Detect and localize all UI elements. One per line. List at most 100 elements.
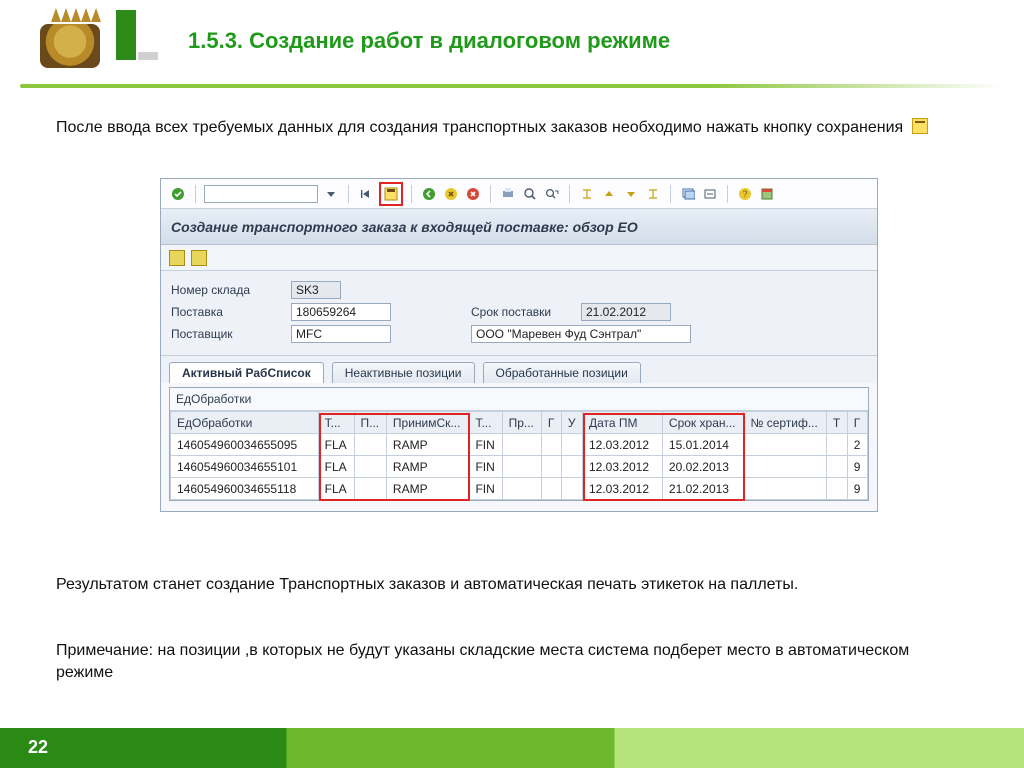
- sap-main-toolbar: ?: [161, 179, 877, 209]
- back-icon[interactable]: [420, 185, 438, 203]
- cell-p[interactable]: [354, 456, 386, 478]
- col-u[interactable]: У: [561, 412, 582, 434]
- new-session-icon[interactable]: [679, 185, 697, 203]
- table-row[interactable]: 146054960034655118FLA RAMPFIN 12.03.201221…: [171, 478, 868, 500]
- intro-text: После ввода всех требуемых данных для со…: [56, 119, 903, 136]
- cell-t2[interactable]: FIN: [469, 456, 502, 478]
- cell-id[interactable]: 146054960034655118: [171, 478, 319, 500]
- cell-sk[interactable]: RAMP: [386, 456, 469, 478]
- result-paragraph: Результатом станет создание Транспортных…: [56, 576, 968, 594]
- col-pr[interactable]: Пр...: [502, 412, 541, 434]
- cell-tt[interactable]: [826, 434, 847, 456]
- cell-g2[interactable]: 9: [847, 478, 867, 500]
- cell-t[interactable]: FLA: [318, 434, 354, 456]
- cell-t2[interactable]: FIN: [469, 478, 502, 500]
- cell-exp[interactable]: 21.02.2013: [662, 478, 744, 500]
- cell-pr[interactable]: [502, 478, 541, 500]
- cell-exp[interactable]: 20.02.2013: [662, 456, 744, 478]
- command-field[interactable]: [204, 185, 318, 203]
- note-paragraph: Примечание: на позиции ,в которых не буд…: [56, 640, 968, 683]
- cell-g2[interactable]: 9: [847, 456, 867, 478]
- col-cert[interactable]: № сертиф...: [744, 412, 826, 434]
- save-button[interactable]: [382, 185, 400, 203]
- delivery-value[interactable]: 180659264: [291, 303, 391, 321]
- col-id[interactable]: ЕдОбработки: [171, 412, 319, 434]
- shortcut-icon[interactable]: [701, 185, 719, 203]
- col-exp[interactable]: Срок хран...: [662, 412, 744, 434]
- delivery-date-label: Срок поставки: [471, 305, 571, 319]
- cell-sk[interactable]: RAMP: [386, 434, 469, 456]
- cell-id[interactable]: 146054960034655101: [171, 456, 319, 478]
- cell-cert[interactable]: [744, 456, 826, 478]
- cell-cert[interactable]: [744, 478, 826, 500]
- vendor-value[interactable]: MFC: [291, 325, 391, 343]
- col-t1[interactable]: Т...: [318, 412, 354, 434]
- cell-p[interactable]: [354, 434, 386, 456]
- col-p[interactable]: П...: [354, 412, 386, 434]
- app-button-2[interactable]: [191, 250, 207, 266]
- grid-table[interactable]: ЕдОбработки Т... П... ПринимСк... Т... П…: [170, 411, 868, 500]
- page-number: 22: [28, 737, 48, 758]
- cell-g[interactable]: [541, 478, 561, 500]
- grid-title: ЕдОбработки: [170, 388, 868, 411]
- crest-logo: [40, 8, 112, 72]
- cell-u[interactable]: [561, 456, 582, 478]
- cell-pr[interactable]: [502, 434, 541, 456]
- col-g2[interactable]: Г: [847, 412, 867, 434]
- cell-exp[interactable]: 15.01.2014: [662, 434, 744, 456]
- page-first-icon[interactable]: [578, 185, 596, 203]
- nav-first-icon[interactable]: [357, 185, 375, 203]
- slide-title: 1.5.3. Создание работ в диалоговом режим…: [188, 28, 670, 54]
- find-next-icon[interactable]: [543, 185, 561, 203]
- cell-tt[interactable]: [826, 478, 847, 500]
- page-last-icon[interactable]: [644, 185, 662, 203]
- table-row[interactable]: 146054960034655095FLA RAMPFIN 12.03.201215…: [171, 434, 868, 456]
- col-g[interactable]: Г: [541, 412, 561, 434]
- page-up-icon[interactable]: [600, 185, 618, 203]
- cancel-icon[interactable]: [464, 185, 482, 203]
- tab-processed-positions[interactable]: Обработанные позиции: [483, 362, 641, 383]
- cell-pm[interactable]: 12.03.2012: [582, 434, 662, 456]
- warehouse-value[interactable]: SK3: [291, 281, 341, 299]
- cell-tt[interactable]: [826, 456, 847, 478]
- help-icon[interactable]: ?: [736, 185, 754, 203]
- cell-cert[interactable]: [744, 434, 826, 456]
- intro-paragraph: После ввода всех требуемых данных для со…: [56, 118, 968, 139]
- print-icon[interactable]: [499, 185, 517, 203]
- find-icon[interactable]: [521, 185, 539, 203]
- cell-g[interactable]: [541, 456, 561, 478]
- cell-sk[interactable]: RAMP: [386, 478, 469, 500]
- sap-tabstrip: Активный РабСписок Неактивные позиции Об…: [161, 356, 877, 383]
- cell-g[interactable]: [541, 434, 561, 456]
- cell-t[interactable]: FLA: [318, 478, 354, 500]
- svg-text:?: ?: [742, 189, 747, 199]
- layout-icon[interactable]: [758, 185, 776, 203]
- dropdown-icon[interactable]: [322, 185, 340, 203]
- exit-icon[interactable]: [442, 185, 460, 203]
- cell-u[interactable]: [561, 478, 582, 500]
- sap-window: ? Создание транспортного заказа к входящ…: [160, 178, 878, 512]
- cell-pm[interactable]: 12.03.2012: [582, 456, 662, 478]
- col-pm[interactable]: Дата ПМ: [582, 412, 662, 434]
- tab-inactive-positions[interactable]: Неактивные позиции: [332, 362, 475, 383]
- cell-u[interactable]: [561, 434, 582, 456]
- ok-icon[interactable]: [169, 185, 187, 203]
- cell-p[interactable]: [354, 478, 386, 500]
- cell-t[interactable]: FLA: [318, 456, 354, 478]
- app-button-1[interactable]: [169, 250, 185, 266]
- page-down-icon[interactable]: [622, 185, 640, 203]
- save-icon-inline: [912, 118, 928, 134]
- cell-pm[interactable]: 12.03.2012: [582, 478, 662, 500]
- delivery-date-value[interactable]: 21.02.2012: [581, 303, 671, 321]
- cell-id[interactable]: 146054960034655095: [171, 434, 319, 456]
- cell-t2[interactable]: FIN: [469, 434, 502, 456]
- col-t2[interactable]: Т...: [469, 412, 502, 434]
- cell-pr[interactable]: [502, 456, 541, 478]
- cell-g2[interactable]: 2: [847, 434, 867, 456]
- sap-title-bar: Создание транспортного заказа к входящей…: [161, 209, 877, 245]
- col-tt[interactable]: Т: [826, 412, 847, 434]
- header-color-blocks: [116, 10, 158, 60]
- tab-active-worklist[interactable]: Активный РабСписок: [169, 362, 324, 383]
- col-sk[interactable]: ПринимСк...: [386, 412, 469, 434]
- table-row[interactable]: 146054960034655101FLA RAMPFIN 12.03.201220…: [171, 456, 868, 478]
